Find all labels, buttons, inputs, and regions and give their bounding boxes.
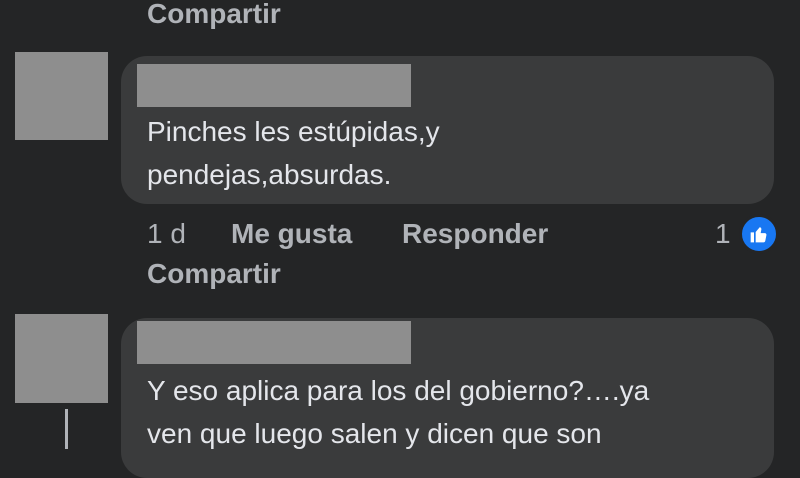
avatar[interactable] [15,52,108,140]
comment-text-line-1: Pinches les estúpidas,y [147,116,440,147]
redacted-author-name[interactable] [137,321,411,364]
reply-button[interactable]: Responder [402,218,548,250]
share-link[interactable]: Compartir [147,258,281,290]
share-link[interactable]: Compartir [147,0,281,30]
comment-timestamp[interactable]: 1 d [147,218,186,250]
like-button[interactable]: Me gusta [231,218,352,250]
comment-text-line-2: pendejas,absurdas. [147,159,392,190]
comment-bubble: Pinches les estúpidas,y pendejas,absurda… [121,56,774,204]
comment-bubble: Y eso aplica para los del gobierno?….ya … [121,318,774,478]
comment-text-line-1: Y eso aplica para los del gobierno?….ya [147,375,650,406]
thumbs-up-icon[interactable] [739,214,779,254]
thread-connector-line [65,409,68,449]
reaction-count[interactable]: 1 [715,218,731,250]
redacted-author-name[interactable] [137,64,411,107]
avatar[interactable] [15,314,108,403]
thumbs-up-glyph [750,227,767,243]
